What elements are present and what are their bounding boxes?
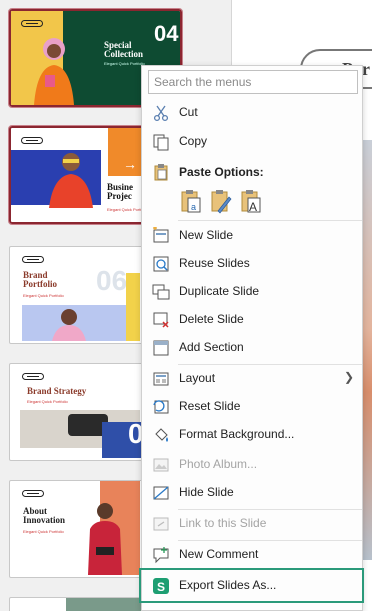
- menu-item-new-slide-label: New Slide: [179, 228, 234, 242]
- copy-icon: [153, 134, 169, 151]
- link-icon: [153, 517, 169, 531]
- slide-2-logo-pill: [21, 137, 43, 144]
- menu-item-cut[interactable]: Cut: [143, 100, 363, 126]
- slide-4-subtitle: Elegant Quick Portfolio: [27, 399, 68, 404]
- menu-item-delete-slide[interactable]: Delete Slide: [143, 307, 363, 333]
- menu-item-duplicate-slide[interactable]: Duplicate Slide: [143, 279, 363, 305]
- menu-item-duplicate-slide-label: Duplicate Slide: [179, 284, 260, 298]
- new-comment-icon: [153, 547, 169, 564]
- slide-6-photo: [66, 598, 146, 611]
- menu-item-format-background-label: Format Background...: [179, 427, 295, 441]
- layout-icon: [153, 372, 169, 386]
- menu-item-copy-label: Copy: [179, 134, 208, 148]
- slide-3-yellow-strip: [126, 273, 140, 341]
- reuse-slides-icon: [153, 256, 169, 272]
- paste-keep-source-formatting-button[interactable]: [208, 189, 234, 215]
- slide-3-person-photo: [52, 309, 86, 341]
- paste-text-only-icon: A: [241, 190, 261, 214]
- menu-item-reset-slide-label: Reset Slide: [179, 399, 241, 413]
- slide-1-title: Special Collection: [104, 40, 143, 60]
- menu-item-link-to-this-slide-label: Link to this Slide: [179, 516, 267, 530]
- context-menu: Search the menus Cut Copy Paste Options:: [141, 65, 363, 611]
- slide-1-person-photo: [34, 38, 74, 105]
- menu-separator: [178, 220, 362, 221]
- search-menus-input[interactable]: Search the menus: [148, 70, 358, 94]
- svg-text:a: a: [191, 202, 196, 212]
- menu-separator: [178, 540, 362, 541]
- menu-item-layout[interactable]: Layout ❯: [143, 366, 363, 392]
- reset-slide-icon: [153, 400, 169, 414]
- duplicate-slide-icon: [152, 284, 170, 300]
- slide-5-title-line2: Innovation: [23, 515, 66, 526]
- paste-keep-text-only-button[interactable]: A: [238, 189, 264, 215]
- format-background-icon: [155, 428, 168, 442]
- slide-1-logo-pill: [21, 20, 43, 27]
- menu-item-reset-slide[interactable]: Reset Slide: [143, 394, 363, 420]
- slide-3-title: Brand Portfolio: [23, 270, 57, 290]
- menu-item-delete-slide-label: Delete Slide: [179, 312, 244, 326]
- scissors-icon: [153, 105, 169, 122]
- paste-options-header: Paste Options:: [143, 161, 363, 183]
- slide-1-subtitle: Elegant Quick Portfolio: [104, 61, 145, 66]
- slide-2-title-line2: Projec: [107, 191, 132, 202]
- slide-2-title: Busine Projec: [107, 182, 133, 202]
- slide-2-person-photo: [49, 153, 93, 208]
- paste-options-label: Paste Options:: [179, 165, 264, 179]
- slide-4-logo-pill: [22, 373, 44, 380]
- menu-item-reuse-slides-label: Reuse Slides: [179, 256, 250, 270]
- menu-item-photo-album-label: Photo Album...: [179, 457, 258, 471]
- slide-5-title: About Innovation: [23, 506, 66, 526]
- slide-5-logo-pill: [22, 490, 44, 497]
- search-menus-placeholder: Search the menus: [154, 75, 252, 89]
- photo-album-icon: [153, 458, 169, 472]
- slide-1-title-line2: Collection: [104, 49, 143, 60]
- paste-destination-theme-icon: a: [181, 190, 201, 213]
- slide-4-title: Brand Strategy: [27, 386, 87, 396]
- svg-text:A: A: [249, 200, 257, 214]
- export-highlight-box: [139, 568, 364, 603]
- slide-3-number: 06: [96, 265, 128, 296]
- menu-item-new-comment[interactable]: New Comment: [143, 542, 363, 568]
- menu-item-cut-label: Cut: [179, 105, 198, 119]
- menu-item-new-slide[interactable]: New Slide: [143, 223, 363, 249]
- menu-item-hide-slide[interactable]: Hide Slide: [143, 480, 363, 506]
- paste-use-destination-theme-button[interactable]: a: [178, 189, 204, 215]
- slide-5-person-photo: [88, 503, 122, 575]
- slide-3-logo-pill: [22, 256, 44, 263]
- delete-slide-icon: [153, 312, 169, 328]
- hide-slide-icon: [153, 486, 169, 500]
- menu-item-copy[interactable]: Copy: [143, 129, 363, 155]
- slide-3-subtitle: Elegant Quick Portfolio: [23, 293, 64, 298]
- menu-item-add-section[interactable]: Add Section: [143, 335, 363, 361]
- menu-item-add-section-label: Add Section: [179, 340, 244, 354]
- slide-1-number: 04: [154, 21, 179, 46]
- arrow-right-icon: →: [123, 156, 137, 172]
- chevron-right-icon: ❯: [343, 370, 354, 384]
- clipboard-icon: [154, 164, 168, 181]
- menu-item-hide-slide-label: Hide Slide: [179, 485, 234, 499]
- menu-separator: [178, 509, 362, 510]
- new-slide-icon: [153, 227, 169, 243]
- slide-5-subtitle: Elegant Quick Portfolio: [23, 529, 64, 534]
- menu-separator: [178, 364, 362, 365]
- menu-item-photo-album: Photo Album...: [143, 452, 363, 478]
- menu-item-reuse-slides[interactable]: Reuse Slides: [143, 251, 363, 277]
- slide-3-title-line2: Portfolio: [23, 279, 57, 290]
- paste-source-formatting-icon: [211, 190, 232, 214]
- menu-item-layout-label: Layout: [179, 371, 216, 385]
- add-section-icon: [153, 340, 169, 356]
- menu-item-link-to-this-slide: Link to this Slide: [143, 511, 363, 537]
- menu-item-new-comment-label: New Comment: [179, 547, 259, 561]
- menu-item-format-background[interactable]: Format Background...: [143, 422, 363, 448]
